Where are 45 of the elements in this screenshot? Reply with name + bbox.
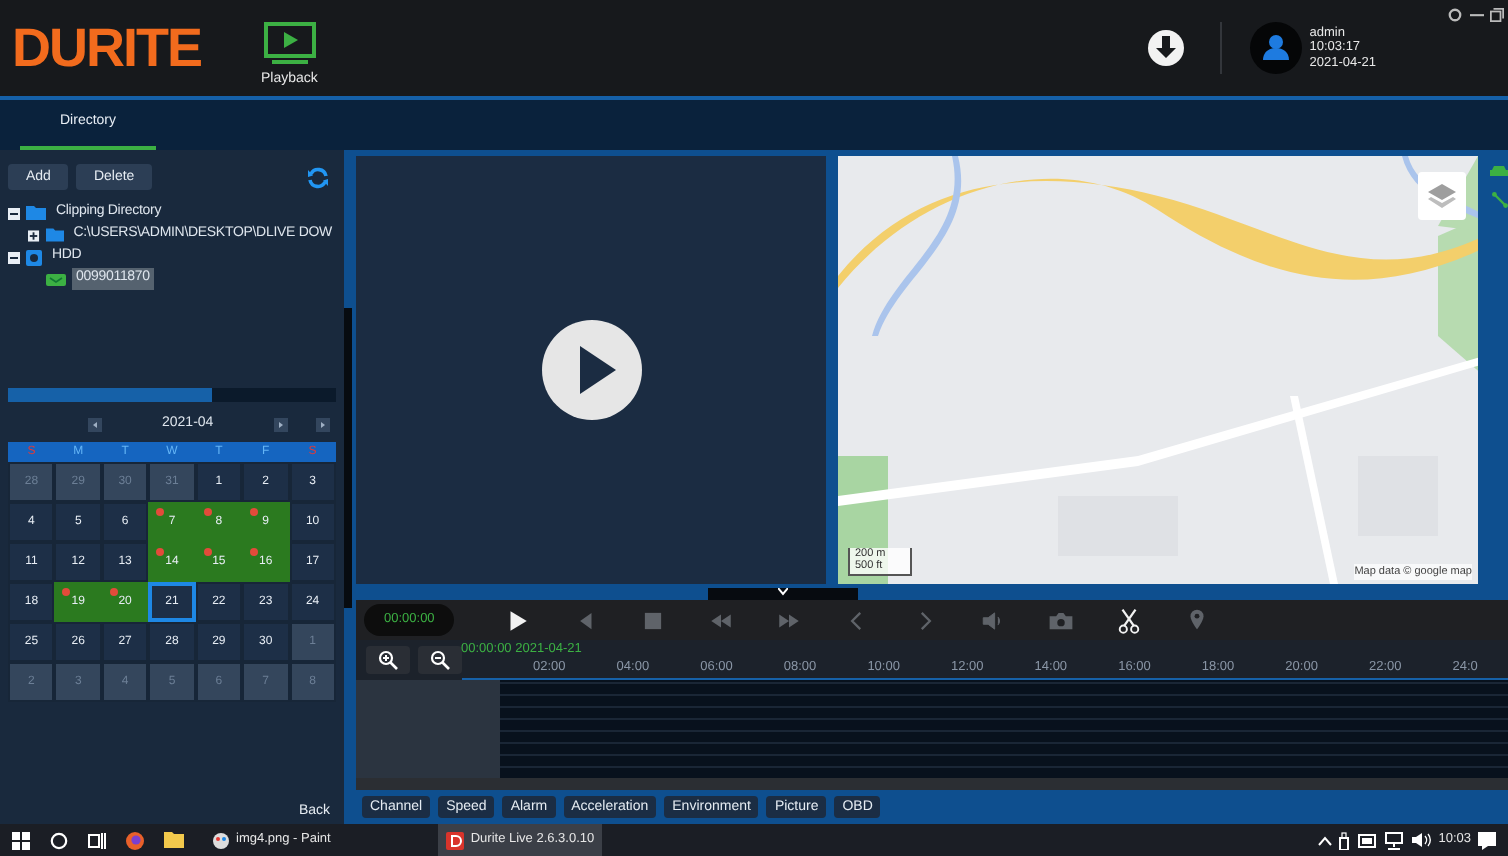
scissors-icon[interactable] <box>1115 607 1142 633</box>
settings-icon[interactable] <box>1448 8 1462 22</box>
previous-month-button[interactable] <box>88 417 102 431</box>
volume-icon[interactable] <box>1411 832 1432 848</box>
play-icon[interactable] <box>541 320 642 420</box>
restore-icon[interactable] <box>1490 8 1504 22</box>
expand-icon[interactable] <box>28 229 40 241</box>
scrollbar[interactable] <box>8 388 336 402</box>
folder-icon[interactable] <box>164 832 184 848</box>
collapse-icon[interactable] <box>8 251 20 263</box>
task-view-icon[interactable] <box>88 831 106 849</box>
avatar-icon <box>1250 22 1303 74</box>
route-icon[interactable] <box>1491 191 1507 207</box>
layers-icon <box>1428 184 1456 208</box>
zoom-out-icon <box>429 650 449 670</box>
monitor-icon <box>263 21 316 66</box>
refresh-icon[interactable] <box>306 165 330 189</box>
app-icon <box>446 831 465 849</box>
next-month-button[interactable] <box>273 417 288 431</box>
disk-icon <box>26 249 42 265</box>
battery-icon[interactable] <box>1357 833 1378 847</box>
paint-icon <box>212 831 230 849</box>
search-icon[interactable] <box>50 831 68 849</box>
minimize-icon[interactable] <box>1469 8 1483 22</box>
next-year-button[interactable] <box>316 417 330 431</box>
logo: DURITE <box>12 21 201 75</box>
chevron-down-icon <box>777 588 787 596</box>
collapse-handle[interactable] <box>707 588 857 600</box>
zoom-in-icon <box>378 650 398 670</box>
notification-icon[interactable] <box>1478 831 1496 849</box>
network-icon[interactable] <box>1384 831 1405 849</box>
device-icon <box>46 273 66 285</box>
map-layers-button[interactable] <box>1418 172 1466 220</box>
browser-icon[interactable] <box>126 831 144 849</box>
zoom-out-button[interactable] <box>417 646 461 674</box>
zoom-in-button[interactable] <box>366 646 410 674</box>
usb-icon[interactable] <box>1338 831 1351 849</box>
collapse-icon[interactable] <box>8 207 20 219</box>
splitter-handle[interactable] <box>344 307 352 607</box>
windows-start-icon[interactable] <box>12 831 30 849</box>
car-icon[interactable] <box>1490 163 1508 177</box>
download-icon[interactable] <box>1148 30 1185 66</box>
scrollbar[interactable] <box>356 778 1508 790</box>
timeline-gutter <box>356 680 500 778</box>
chevron-up-icon[interactable] <box>1317 835 1332 845</box>
